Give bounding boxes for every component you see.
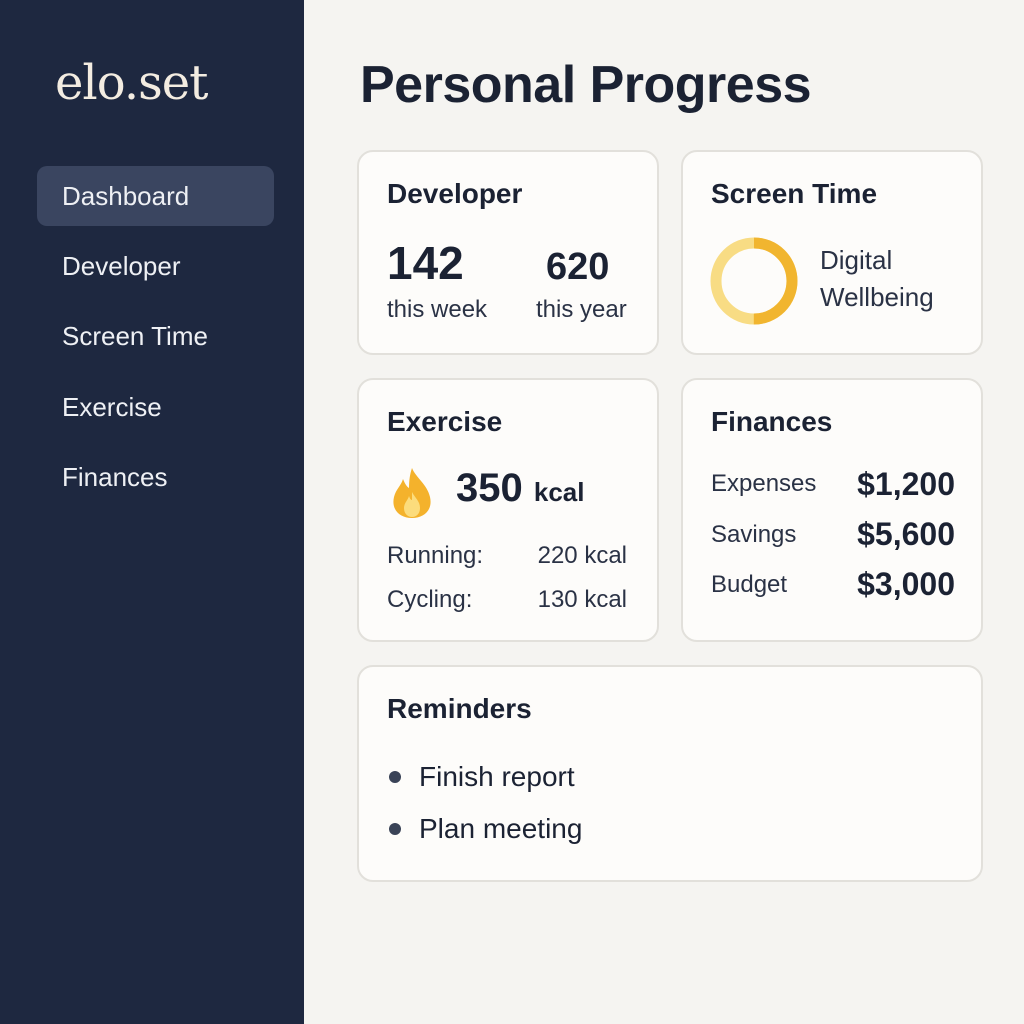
- bullet-icon: [389, 771, 401, 783]
- week-label: this week: [387, 296, 488, 323]
- digital-wellbeing-line-2: Wellbeing: [820, 282, 934, 312]
- budget-label: Budget: [711, 571, 788, 598]
- reminder-text: Plan meeting: [419, 813, 583, 844]
- page-title: Personal Progress: [360, 56, 812, 114]
- sidebar-item-exercise[interactable]: Exercise: [37, 377, 274, 437]
- sidebar-item-screen-time[interactable]: Screen Time: [37, 306, 274, 366]
- expenses-value: $1,200: [857, 466, 955, 502]
- year-label: this year: [536, 296, 627, 323]
- screen-time-ring: [710, 237, 798, 325]
- reminders-card[interactable]: Reminders Finish report Plan meeting: [357, 665, 983, 882]
- exercise-card-title: Exercise: [387, 406, 503, 437]
- screen-time-card-title: Screen Time: [711, 178, 878, 209]
- developer-card-title: Developer: [387, 178, 523, 209]
- total-kcal-unit: kcal: [533, 477, 585, 507]
- total-kcal-value: 350: [456, 466, 523, 510]
- reminder-item[interactable]: Plan meeting: [389, 813, 582, 845]
- reminders-card-title: Reminders: [387, 693, 532, 724]
- savings-value: $5,600: [857, 516, 955, 552]
- savings-label: Savings: [711, 521, 797, 548]
- cycling-value: 130 kcal: [537, 586, 627, 613]
- bullet-icon: [389, 823, 401, 835]
- app-logo: elo.set: [55, 55, 208, 111]
- finances-card-title: Finances: [711, 406, 833, 437]
- sidebar-item-developer[interactable]: Developer: [37, 236, 274, 296]
- reminder-item[interactable]: Finish report: [389, 761, 575, 793]
- digital-wellbeing-line-1: Digital: [820, 245, 893, 275]
- running-label: Running:: [387, 542, 484, 569]
- exercise-card[interactable]: Exercise 350 kcal Running: 220 kcal Cycl…: [357, 378, 659, 642]
- digital-wellbeing-label: Digital Wellbeing: [820, 242, 934, 316]
- week-count: 142: [387, 237, 464, 289]
- running-value: 220 kcal: [537, 542, 627, 569]
- budget-value: $3,000: [857, 566, 955, 602]
- developer-card[interactable]: Developer 142 this week 620 this year: [357, 150, 659, 355]
- flame-icon: [393, 468, 431, 518]
- sidebar-item-finances[interactable]: Finances: [37, 447, 274, 507]
- total-kcal: 350 kcal: [456, 466, 584, 511]
- sidebar: elo.set Dashboard Developer Screen Time …: [0, 0, 304, 1024]
- cycling-label: Cycling:: [387, 586, 473, 613]
- expenses-label: Expenses: [711, 470, 817, 497]
- screen-time-card[interactable]: Screen Time Digital Wellbeing: [681, 150, 983, 355]
- finances-card[interactable]: Finances Expenses $1,200 Savings $5,600 …: [681, 378, 983, 642]
- year-count: 620: [546, 246, 610, 288]
- sidebar-item-dashboard[interactable]: Dashboard: [37, 166, 274, 226]
- reminder-text: Finish report: [419, 761, 575, 792]
